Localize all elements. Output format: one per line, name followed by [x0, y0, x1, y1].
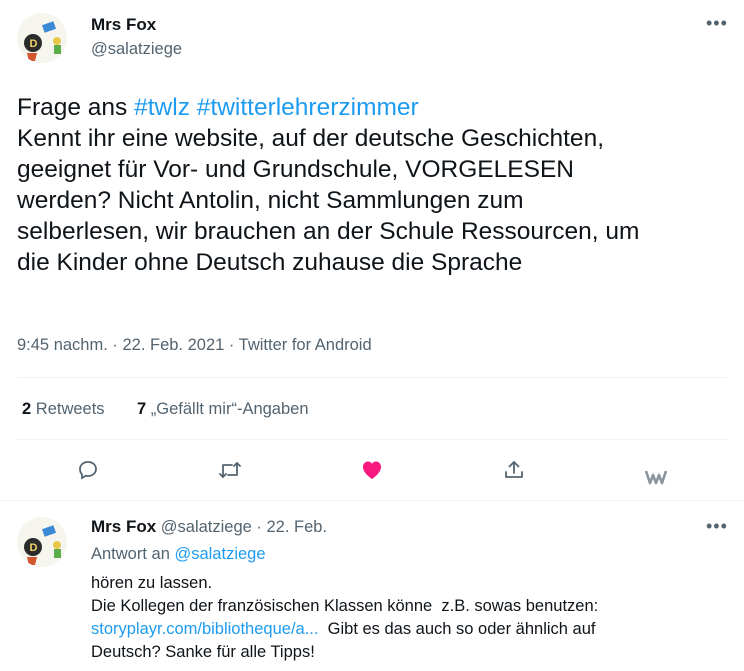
share-icon[interactable] — [497, 453, 531, 487]
likes-count: 7 — [137, 400, 147, 418]
avatar-image: D — [17, 13, 67, 63]
like-icon[interactable] — [355, 453, 389, 487]
retweets-count: 2 — [22, 400, 32, 418]
reply-line-3: storyplayr.com/bibliotheque/a... Gibt es… — [91, 618, 731, 641]
likes-label: „Gefällt mir“-Angaben — [150, 400, 309, 418]
reply-line-2: Die Kollegen der französischen Klassen k… — [91, 597, 599, 615]
tweet-line-3: geeignet für Vor- und Grundschule, VORGE… — [17, 156, 574, 183]
replying-to: Antwort an @salatziege — [91, 545, 266, 564]
retweets-label: Retweets — [35, 400, 105, 418]
reply-more-icon[interactable]: ••• — [706, 517, 728, 535]
hashtag-twlz[interactable]: #twlz — [134, 94, 190, 121]
reply-author-handle[interactable]: @salatziege · 22. Feb. — [161, 518, 327, 536]
replying-handle[interactable]: @salatziege — [174, 545, 265, 563]
retweets-stat[interactable]: 2 Retweets — [22, 400, 105, 419]
divider — [17, 439, 727, 440]
tweet-line-6: die Kinder ohne Deutsch zuhause die Spra… — [17, 249, 523, 276]
tweet-meta[interactable]: 9:45 nachm. · 22. Feb. 2021 · Twitter fo… — [17, 336, 372, 355]
divider — [17, 377, 727, 378]
reply-icon[interactable] — [71, 453, 105, 487]
tweet-text: Frage ans #twlz #twitterlehrerzimmer Ken… — [17, 92, 727, 278]
reply-line-1: hören zu lassen. — [91, 574, 213, 592]
author-handle[interactable]: @salatziege — [91, 40, 182, 59]
tweet-line-2: Kennt ihr eine website, auf der deutsche… — [17, 125, 604, 152]
reply-avatar[interactable]: D — [17, 517, 67, 567]
reply-line-4: Deutsch? Sanke für alle Tipps! — [91, 643, 315, 661]
tweet-intro: Frage ans — [17, 94, 135, 121]
replying-prefix: Antwort an — [91, 545, 175, 563]
reply-text: hören zu lassen. Die Kollegen der franzö… — [91, 572, 731, 664]
author-avatar[interactable]: D — [17, 13, 67, 63]
extension-icon[interactable] — [639, 460, 673, 494]
reply-header: Mrs Fox @salatziege · 22. Feb. — [91, 517, 327, 537]
reply-link[interactable]: storyplayr.com/bibliotheque/a... — [91, 620, 318, 638]
avatar-image: D — [17, 517, 67, 567]
tweet-line-5: selberlesen, wir brauchen an der Schule … — [17, 218, 640, 245]
svg-text:D: D — [30, 542, 38, 554]
likes-stat[interactable]: 7 „Gefällt mir“-Angaben — [137, 400, 309, 419]
tweet-line-1: Frage ans #twlz #twitterlehrerzimmer — [17, 92, 727, 123]
reply-author-name[interactable]: Mrs Fox — [91, 517, 156, 536]
divider — [0, 500, 744, 501]
retweet-icon[interactable] — [213, 453, 247, 487]
author-name[interactable]: Mrs Fox — [91, 15, 156, 35]
svg-text:D: D — [30, 38, 38, 50]
tweet-line-4: werden? Nicht Antolin, nicht Sammlungen … — [17, 187, 524, 214]
hashtag-twitterlehrerzimmer[interactable]: #twitterlehrerzimmer — [197, 94, 419, 121]
more-icon[interactable]: ••• — [706, 14, 728, 32]
reply-line-3-rest: Gibt es das auch so oder ähnlich auf — [318, 620, 596, 638]
